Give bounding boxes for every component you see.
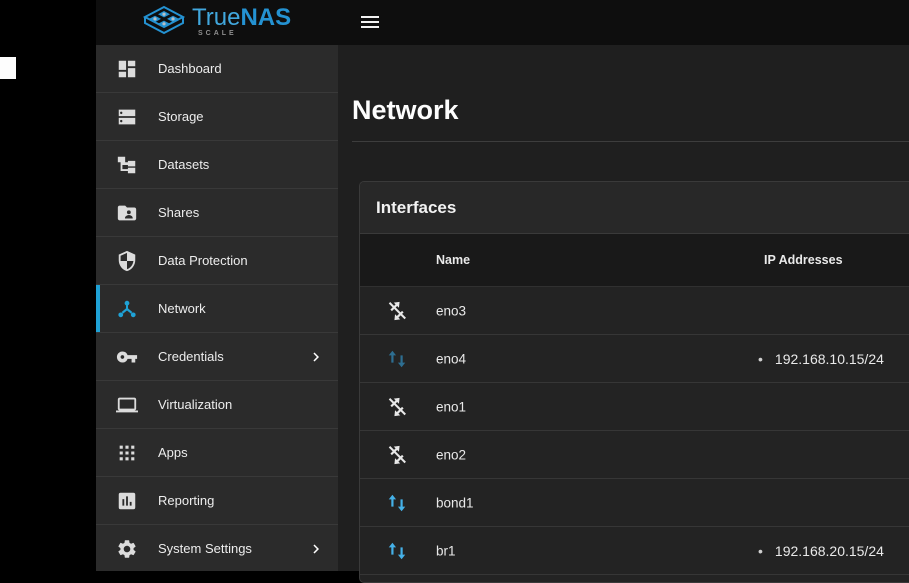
sidebar-item-dashboard[interactable]: Dashboard (96, 45, 338, 93)
sidebar-item-network[interactable]: Network (96, 285, 338, 333)
column-header-ip-addresses[interactable]: IP Addresses (764, 253, 843, 267)
main-area: Dashboard Storage Datasets Shares Data Prote… (96, 45, 909, 571)
sidebar-item-reporting[interactable]: Reporting (96, 477, 338, 525)
truenas-logo[interactable]: TrueNAS SCALE (142, 5, 291, 39)
table-row[interactable]: eno2 (360, 431, 909, 479)
interfaces-card-header: Interfaces (360, 182, 909, 234)
logo-texts: TrueNAS SCALE (192, 5, 291, 37)
sidebar-item-data-protection[interactable]: Data Protection (96, 237, 338, 285)
truenas-logo-icon (142, 5, 186, 39)
sidebar-item-datasets[interactable]: Datasets (96, 141, 338, 189)
logo-text-nas: NAS (240, 4, 291, 31)
sidebar-item-label: Virtualization (158, 397, 232, 412)
sidebar-item-credentials[interactable]: Credentials (96, 333, 338, 381)
storage-icon (116, 106, 138, 128)
content-area: Network Interfaces Name IP Addresses eno… (338, 45, 909, 571)
interface-up-icon (386, 348, 408, 370)
sidebar-item-label: Storage (158, 109, 204, 124)
sidebar-item-label: Reporting (158, 493, 214, 508)
table-row[interactable]: br1 • 192.168.20.15/24 (360, 527, 909, 575)
interface-name: bond1 (436, 495, 474, 510)
table-row[interactable]: eno3 (360, 287, 909, 335)
white-artifact (0, 57, 16, 79)
sidebar-item-label: Network (158, 301, 206, 316)
ip-address-text: 192.168.20.15/24 (775, 543, 884, 559)
ip-address-text: 192.168.10.15/24 (775, 351, 884, 367)
virtualization-icon (116, 394, 138, 416)
table-row[interactable]: eno1 (360, 383, 909, 431)
system-settings-icon (116, 538, 138, 560)
logo-subtext: SCALE (198, 30, 291, 37)
table-row[interactable]: bond1 (360, 479, 909, 527)
reporting-icon (116, 490, 138, 512)
table-header-row: Name IP Addresses (360, 234, 909, 287)
menu-icon[interactable] (358, 10, 384, 36)
top-bar: TrueNAS SCALE (96, 0, 909, 45)
interface-name: eno1 (436, 399, 466, 414)
sidebar-item-storage[interactable]: Storage (96, 93, 338, 141)
sidebar: Dashboard Storage Datasets Shares Data Prote… (96, 45, 338, 571)
column-header-name[interactable]: Name (436, 253, 470, 267)
sidebar-item-virtualization[interactable]: Virtualization (96, 381, 338, 429)
sidebar-item-apps[interactable]: Apps (96, 429, 338, 477)
sidebar-item-system-settings[interactable]: System Settings (96, 525, 338, 571)
interface-ip-address: • 192.168.20.15/24 (758, 543, 884, 559)
interface-ip-address: • 192.168.10.15/24 (758, 351, 884, 367)
interface-name: br1 (436, 543, 456, 558)
interface-name: eno2 (436, 447, 466, 462)
shares-icon (116, 202, 138, 224)
network-icon (116, 298, 138, 320)
chevron-right-icon (307, 540, 325, 558)
title-divider (352, 141, 909, 142)
sidebar-item-label: Credentials (158, 349, 224, 364)
interfaces-card: Interfaces Name IP Addresses eno3 eno4 • 19… (359, 181, 909, 583)
interfaces-card-title: Interfaces (376, 198, 456, 218)
dashboard-icon (116, 58, 138, 80)
interface-up-icon (386, 540, 408, 562)
bullet-icon: • (758, 351, 763, 367)
data-protection-icon (116, 250, 138, 272)
apps-icon (116, 442, 138, 464)
page-title: Network (352, 95, 459, 126)
credentials-icon (116, 346, 138, 368)
interface-down-icon (386, 444, 408, 466)
table-body: eno3 eno4 • 192.168.10.15/24 eno1 eno2 bond1 br… (360, 287, 909, 575)
chevron-right-icon (307, 348, 325, 366)
interface-name: eno4 (436, 351, 466, 366)
sidebar-item-label: Datasets (158, 157, 209, 172)
logo-text-true: True (192, 4, 240, 31)
left-gutter (0, 0, 96, 571)
datasets-icon (116, 154, 138, 176)
sidebar-item-label: Shares (158, 205, 199, 220)
interface-up-icon (386, 492, 408, 514)
sidebar-item-label: Apps (158, 445, 188, 460)
interface-down-icon (386, 300, 408, 322)
sidebar-item-shares[interactable]: Shares (96, 189, 338, 237)
interface-down-icon (386, 396, 408, 418)
bullet-icon: • (758, 543, 763, 559)
interface-name: eno3 (436, 303, 466, 318)
logo-wordmark: TrueNAS (192, 5, 291, 31)
sidebar-item-label: Data Protection (158, 253, 248, 268)
sidebar-item-label: System Settings (158, 541, 252, 556)
app-window: TrueNAS SCALE Dashboard Storage Datasets Sh… (96, 0, 909, 571)
table-row[interactable]: eno4 • 192.168.10.15/24 (360, 335, 909, 383)
sidebar-item-label: Dashboard (158, 61, 222, 76)
